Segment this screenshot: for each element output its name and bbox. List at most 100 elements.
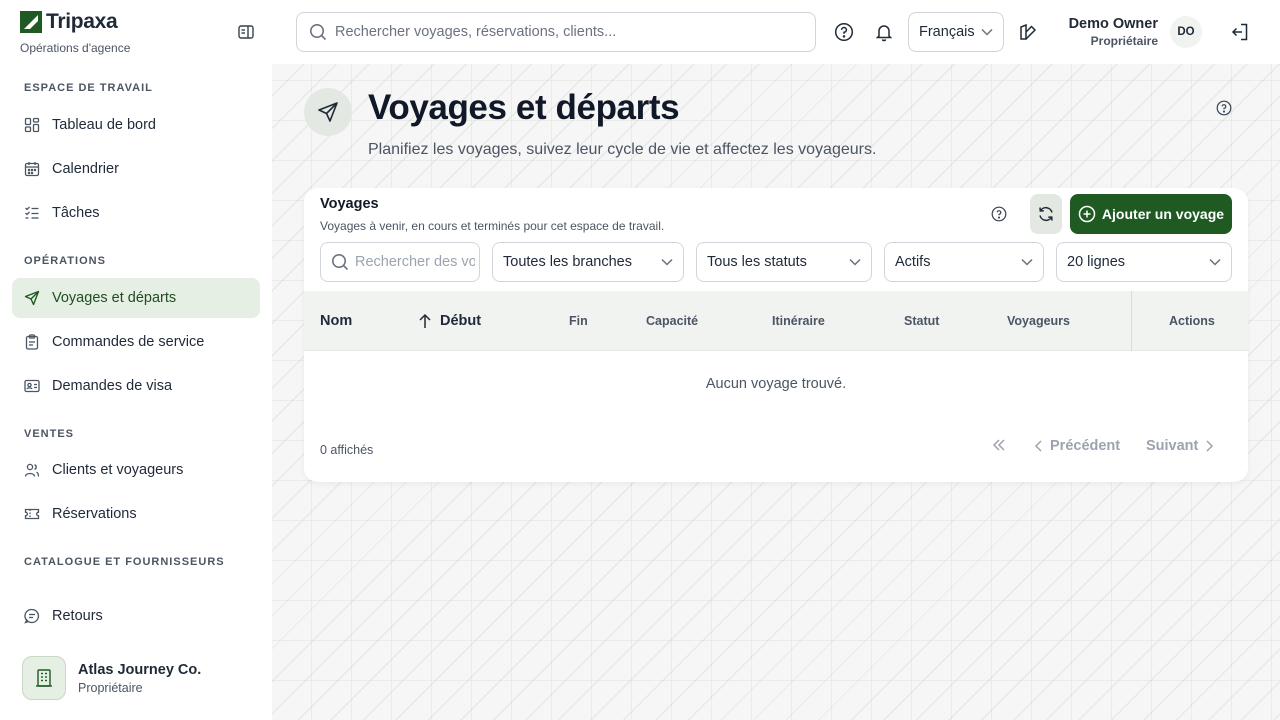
trip-search-input[interactable] [355,254,475,270]
sidebar-collapse-button[interactable] [236,23,256,41]
previous-page-button[interactable]: Précédent [1034,438,1120,454]
sidebar-item-label: Calendrier [52,161,119,177]
card-help-button[interactable] [991,206,1007,222]
column-header-travelers[interactable]: Voyageurs [1007,291,1070,351]
page-subtitle: Planifiez les voyages, suivez leur cycle… [368,141,877,158]
global-search-input[interactable] [335,24,795,40]
brand-subtitle: Opérations d'agence [20,41,131,55]
page-help-button[interactable] [1216,100,1232,116]
sidebar-item-service-orders[interactable]: Commandes de service [12,322,260,362]
results-count: 0 affichés [320,443,374,457]
sidebar-item-label: Voyages et départs [52,290,177,306]
topbar: Français Demo Owner Propriétaire DO [272,0,1280,64]
org-role: Propriétaire [78,680,143,695]
organization-switcher[interactable]: Atlas Journey Co. Propriétaire [12,650,260,706]
nav-section-catalog: CATALOGUE ET FOURNISSEURS [24,556,225,568]
bell-icon [875,25,893,42]
sidebar-item-dashboard[interactable]: Tableau de bord [12,105,260,145]
refresh-button[interactable] [1030,194,1062,234]
activity-filter-value: Actifs [895,254,931,270]
global-search[interactable] [296,12,816,52]
help-button[interactable] [834,22,854,42]
brand-name: Tripaxa [46,10,118,33]
chevron-right-icon [1206,440,1214,452]
column-header-end[interactable]: Fin [569,291,588,351]
nav-section-operations: OPÉRATIONS [24,255,106,267]
sidebar-item-label: Réservations [52,506,137,522]
avatar[interactable]: DO [1170,16,1202,48]
card-title: Voyages [320,196,379,212]
chevron-down-icon [849,258,861,266]
chevron-down-icon [1021,258,1033,266]
id-card-icon [24,378,40,394]
previous-page-label: Précédent [1050,438,1121,454]
column-header-actions: Actions [1169,314,1215,328]
table-header: Nom Début Fin Capacité Itinéraire Statut… [304,291,1248,351]
branch-filter[interactable]: Toutes les branches [492,242,684,282]
column-header-capacity[interactable]: Capacité [646,291,698,351]
first-page-button[interactable] [992,438,1006,452]
empty-state-text: Aucun voyage trouvé. [705,376,847,392]
column-header-itinerary[interactable]: Itinéraire [772,291,825,351]
logout-button[interactable] [1230,22,1250,42]
trip-search[interactable] [320,242,480,282]
tripaxa-logo-icon [20,11,42,33]
sidebar: Tripaxa Opérations d'agence ESPACE DE TR… [0,0,272,720]
sidebar-item-clients[interactable]: Clients et voyageurs [12,450,260,490]
column-divider [1131,291,1132,351]
status-filter[interactable]: Tous les statuts [696,242,872,282]
chevrons-left-icon [992,439,1005,451]
add-trip-button[interactable]: Ajouter un voyage [1070,194,1232,234]
clipboard-icon [24,334,40,350]
sidebar-item-calendar[interactable]: Calendrier [12,149,260,189]
theme-button[interactable] [1018,22,1038,42]
feedback-icon [24,608,40,624]
sidebar-item-reservations[interactable]: Réservations [12,494,260,534]
column-header-status[interactable]: Statut [904,291,939,351]
calendar-icon [24,161,40,177]
branch-filter-value: Toutes les branches [503,254,632,270]
sidebar-item-trips[interactable]: Voyages et départs [12,278,260,318]
user-role: Propriétaire [1090,34,1158,48]
sidebar-item-label: Commandes de service [52,334,205,350]
brand[interactable]: Tripaxa [20,10,118,34]
chevron-left-icon [1034,440,1042,452]
help-icon [991,206,1007,222]
sidebar-item-tasks[interactable]: Tâches [12,193,260,233]
next-page-label: Suivant [1146,438,1199,454]
sidebar-item-label: Tableau de bord [52,117,156,133]
help-icon [1216,100,1232,116]
column-header-start[interactable]: Début [418,291,481,351]
sidebar-item-label: Clients et voyageurs [52,462,184,478]
sidebar-item-label: Tâches [52,205,100,221]
column-header-name[interactable]: Nom [320,291,352,351]
dashboard-icon [24,117,40,133]
sidebar-item-label: Demandes de visa [52,378,173,394]
add-trip-label: Ajouter un voyage [1101,206,1225,222]
user-info[interactable]: Demo Owner Propriétaire [1062,16,1158,48]
main-content: Voyages et départs Planifiez les voyages… [272,64,1280,720]
user-name: Demo Owner [1068,16,1158,32]
sidebar-item-visa-requests[interactable]: Demandes de visa [12,366,260,406]
rows-per-page-value: 20 lignes [1067,254,1126,270]
send-icon [318,102,338,122]
language-select[interactable]: Français [908,12,1004,52]
card-description: Voyages à venir, en cours et terminés po… [320,219,665,233]
search-icon [310,24,327,41]
send-icon [24,290,40,306]
status-filter-value: Tous les statuts [707,254,807,270]
sort-ascending-icon [419,313,431,328]
next-page-button[interactable]: Suivant [1146,438,1214,454]
users-icon [24,462,40,478]
chevron-down-icon [981,28,993,36]
building-icon [22,656,66,700]
ticket-icon [24,506,40,522]
sidebar-item-feedback[interactable]: Retours [12,596,260,636]
column-header-start-label: Début [440,313,482,329]
rows-per-page-select[interactable]: 20 lignes [1056,242,1232,282]
activity-filter[interactable]: Actifs [884,242,1044,282]
org-info: Atlas Journey Co. Propriétaire [78,662,201,695]
logout-icon [1231,23,1248,41]
notifications-button[interactable] [874,22,894,42]
page-icon [304,88,352,136]
